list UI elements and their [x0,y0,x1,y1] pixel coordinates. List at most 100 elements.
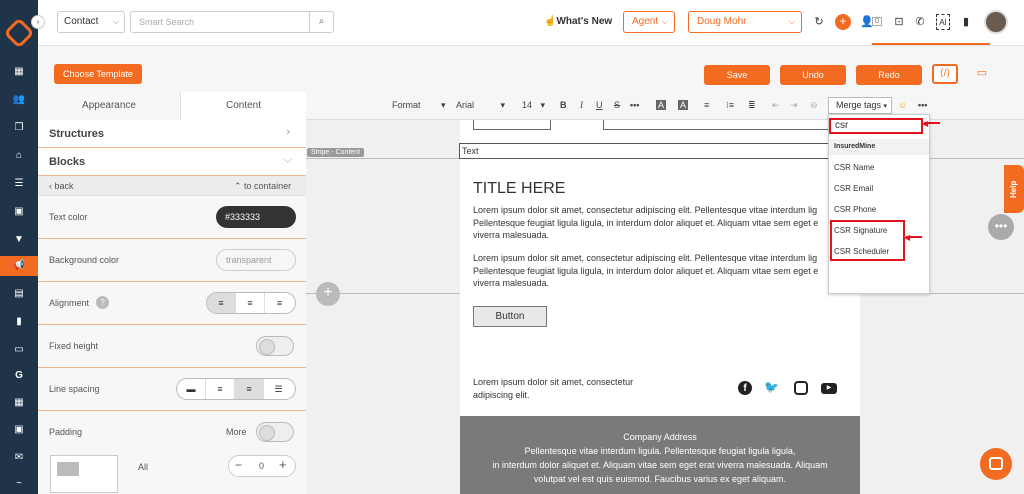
mail-icon[interactable]: ✉ [0,448,38,468]
paragraph-1[interactable]: Lorem ipsum dolor sit amet, consectetur … [473,204,829,242]
dashboard-icon[interactable]: ▦ [0,62,38,82]
calculator-icon[interactable]: ▮ [961,14,971,30]
structures-section[interactable]: Structures › [38,120,306,148]
instagram-icon[interactable] [794,381,808,395]
calendar-icon[interactable]: ▣ [0,420,38,440]
avatar[interactable] [984,10,1008,34]
merge-tag-csr-email[interactable]: CSR Email [834,184,873,193]
text-block-outline[interactable]: Text [459,143,829,159]
contacts-icon[interactable]: 👥 [0,90,38,110]
tab-content[interactable]: Content [181,92,306,120]
more-options-icon[interactable]: ••• [918,100,927,110]
italic-icon[interactable]: I [580,100,583,110]
spacing-medium-icon[interactable]: ≡ [235,379,264,399]
indent-icon[interactable]: ⇥ [790,100,798,111]
spacing-compact-icon[interactable]: ▬ [177,379,206,399]
format-select[interactable]: Format ▾ [392,100,446,111]
align-right-icon[interactable]: ≡ [265,293,294,313]
fixed-height-toggle[interactable] [256,336,294,356]
align-center-icon[interactable]: ≡ [236,293,265,313]
search-icon[interactable]: ⌕ [309,12,333,32]
outdent-icon[interactable]: ⇤ [772,100,780,111]
back-link[interactable]: ‹ back [49,181,74,191]
redo-button[interactable]: Redo [856,65,922,85]
filter-icon[interactable]: ▼ [0,230,38,250]
merge-tag-search-input[interactable]: csr [829,118,923,134]
spacing-wide-icon[interactable]: ☰ [264,379,293,399]
minus-icon[interactable]: − [235,458,242,472]
list-numbers-icon[interactable]: ≣ [748,100,756,111]
underline-icon[interactable]: U [596,100,603,110]
preview-devices-icon[interactable]: ▭ [972,66,992,82]
contact-select[interactable]: Contact ⌵ [57,11,125,33]
help-tab[interactable]: Help [1004,165,1024,213]
save-button[interactable]: Save [704,65,770,85]
profile-icon[interactable]: ▣ [0,202,38,222]
add-icon[interactable]: + [835,14,851,30]
list-bullets-icon[interactable]: ⁝≡ [726,100,734,111]
highlight-color-icon[interactable]: A [678,100,689,110]
company-footer[interactable]: Company Address Pellentesque vitae inter… [460,416,860,494]
twitter-icon[interactable]: 🐦 [764,380,779,394]
paragraph-2[interactable]: Lorem ipsum dolor sit amet, consectetur … [473,252,829,290]
merge-tag-csr-name[interactable]: CSR Name [834,163,874,172]
font-select[interactable]: Arial ▾ [456,100,505,111]
align-left-icon[interactable]: ≡ [207,293,236,313]
font-color-icon[interactable]: A [656,100,667,110]
blocks-section[interactable]: Blocks ⌵ [38,148,306,176]
more-dots-icon[interactable]: ••• [630,100,639,110]
emoji-icon[interactable]: ☺ [898,100,907,110]
choose-template-button[interactable]: Choose Template [54,64,142,84]
address-line-1: Pellentesque vitae interdum ligula. Pell… [524,446,796,456]
code-view-icon[interactable]: ⟨/⟩ [932,64,958,84]
merge-tags-select[interactable]: Merge tags ▾ [828,97,892,114]
table-icon[interactable]: ▦ [0,393,38,413]
add-row-icon[interactable]: + [316,282,340,306]
tab-appearance[interactable]: Appearance [38,92,181,120]
phone-icon[interactable]: ✆ [914,14,926,30]
megaphone-icon[interactable]: 📢 [0,256,38,276]
signature-icon[interactable]: ~ [0,474,38,494]
email-title[interactable]: TITLE HERE [473,180,565,198]
more-options-icon[interactable]: ••• [988,214,1014,240]
youtube-icon[interactable]: ▶ [821,383,837,394]
whats-new-link[interactable]: ☝What's New [544,16,612,27]
smart-search-input[interactable]: Smart Search ⌕ [130,11,334,33]
sidebar-toggle-chevron-icon[interactable]: › [31,15,45,29]
link-icon[interactable]: ⊖ [810,100,818,111]
app-logo[interactable] [3,17,35,49]
bank-icon[interactable]: ⌂ [0,146,38,166]
list-icon[interactable]: ☰ [0,174,38,194]
merge-tag-csr-scheduler[interactable]: CSR Scheduler [834,247,889,256]
ai-chip-icon[interactable]: AI [936,14,950,30]
padding-value[interactable]: 0 [259,461,264,471]
email-button[interactable]: Button [473,306,547,327]
size-select[interactable]: 14 ▾ [522,100,545,111]
user-icon[interactable]: 👤 [860,14,874,30]
user-select[interactable]: Doug Mohr ⌵ [688,11,802,33]
plus-icon[interactable]: + [279,457,287,472]
chat-launcher-icon[interactable] [980,448,1012,480]
documents-icon[interactable]: ❐ [0,118,38,138]
report-icon[interactable]: ▤ [0,284,38,304]
background-color-input[interactable]: transparent [216,249,296,271]
footer-text[interactable]: Lorem ipsum dolor sit amet, consectetur … [473,376,633,401]
spacing-normal-icon[interactable]: ≡ [206,379,235,399]
align-icon[interactable]: ≡ [704,100,709,110]
undo-button[interactable]: Undo [780,65,846,85]
text-color-input[interactable]: #333333 [216,206,296,228]
padding-more-toggle[interactable] [256,422,294,442]
google-icon[interactable]: G [0,366,38,386]
refresh-icon[interactable]: ↻ [812,14,826,30]
agent-select[interactable]: Agent ⌵ [623,11,675,33]
merge-tag-csr-signature[interactable]: CSR Signature [834,226,887,235]
facebook-icon[interactable]: f [738,381,752,395]
to-container-link[interactable]: ⌃ to container [234,181,291,192]
bold-icon[interactable]: B [560,100,567,110]
chart-icon[interactable]: ▮ [0,312,38,332]
strikethrough-icon[interactable]: S [614,100,620,110]
notification-icon[interactable]: ⊡ [892,14,906,30]
merge-tag-csr-phone[interactable]: CSR Phone [834,205,876,214]
help-circle-icon[interactable]: ? [96,296,109,309]
folder-icon[interactable]: ▭ [0,340,38,360]
